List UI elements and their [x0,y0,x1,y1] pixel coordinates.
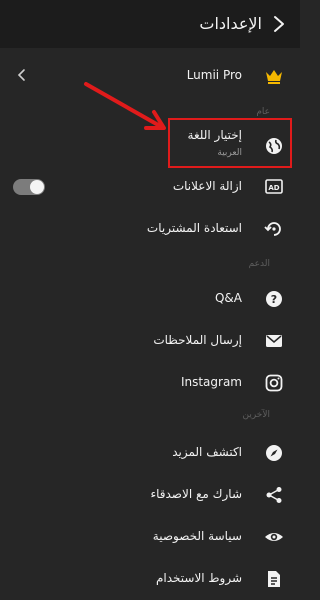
discover-row[interactable]: اكتشف المزيد [0,432,300,472]
annotation-arrow-icon [84,82,166,130]
remove-ads-label: ازالة الاعلانات [172,179,242,193]
svg-text:?: ? [271,293,277,306]
section-general: عام [256,107,270,117]
instagram-row[interactable]: Instagram [0,362,300,402]
compass-icon [266,445,282,461]
privacy-label: سياسة الخصوصية [152,529,242,543]
discover-label: اكتشف المزيد [172,445,242,459]
svg-text:AD: AD [268,184,279,192]
mail-icon [266,335,282,347]
remove-ads-row[interactable]: ازالة الاعلانات AD [0,166,300,206]
terms-row[interactable]: شروط الاستخدام [0,558,300,598]
help-circle-icon: ? [266,291,282,307]
highlight-box [168,118,292,168]
instagram-icon [265,374,283,392]
share-icon [266,487,282,503]
feedback-row[interactable]: إرسال الملاحظات [0,320,300,360]
page-title: الإعدادات [199,14,262,33]
terms-label: شروط الاستخدام [155,571,242,585]
premium-label: Lumii Pro [186,68,242,82]
privacy-row[interactable]: سياسة الخصوصية [0,516,300,556]
chevron-left-icon [17,69,25,81]
share-row[interactable]: شارك مع الاصدقاء [0,474,300,514]
restore-label: استعادة المشتريات [146,221,242,235]
ad-icon: AD [265,179,283,194]
crown-icon [266,70,282,84]
section-support: الدعم [248,259,270,269]
qa-label: Q&A [214,291,242,305]
qa-row[interactable]: Q&A ? [0,278,300,318]
instagram-label: Instagram [180,375,242,389]
top-bar: الإعدادات [0,0,300,48]
back-arrow-icon[interactable] [270,14,288,34]
section-other: الآخرين [242,410,270,420]
restore-icon [264,222,281,236]
toggle-knob [30,180,44,194]
share-label: شارك مع الاصدقاء [150,487,242,501]
remove-ads-toggle[interactable] [13,179,45,195]
feedback-label: إرسال الملاحظات [153,333,242,347]
document-icon [268,571,280,587]
restore-purchases-row[interactable]: استعادة المشتريات [0,208,300,248]
eye-icon [265,533,283,541]
